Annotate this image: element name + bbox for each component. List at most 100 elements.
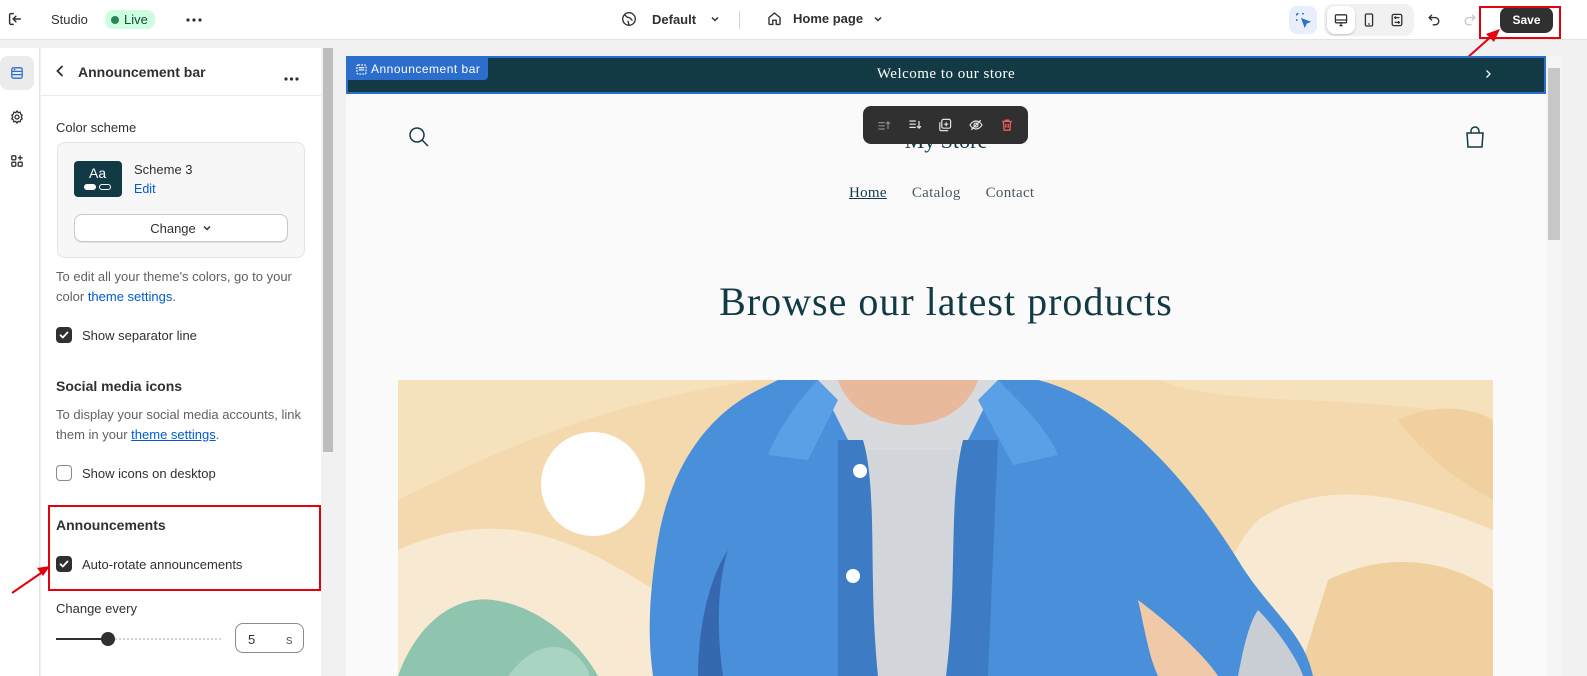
social-desktop-label: Show icons on desktop [82, 465, 216, 481]
store-preview: Announcement bar Welcome to our store My… [346, 56, 1546, 676]
preview-scrollbar-thumb[interactable] [1548, 68, 1560, 240]
announcement-next-button[interactable] [1482, 68, 1494, 85]
checkmark-icon [59, 331, 69, 339]
change-every-slider[interactable] [56, 632, 221, 646]
separator-label: Show separator line [82, 327, 197, 343]
select-cursor-icon [1294, 11, 1312, 29]
change-button-label: Change [150, 220, 196, 236]
social-desktop-checkbox-row[interactable]: Show icons on desktop [56, 465, 216, 481]
chevron-down-icon [202, 223, 212, 233]
exit-button[interactable] [6, 10, 24, 28]
gear-icon [9, 109, 25, 125]
app-name: Studio [51, 12, 88, 27]
live-dot-icon [111, 15, 119, 24]
colors-theme-settings-link[interactable]: theme settings [88, 289, 173, 304]
social-help-suffix: . [215, 427, 220, 442]
social-theme-settings-link[interactable]: theme settings [131, 427, 216, 442]
settings-nav-button[interactable] [0, 100, 34, 134]
settings-panel: Announcement bar Color scheme Aa Scheme … [41, 48, 321, 676]
sections-icon [9, 65, 25, 81]
more-actions-button[interactable] [180, 6, 208, 34]
redo-icon [1462, 12, 1478, 28]
mobile-icon [1361, 12, 1377, 28]
chevron-down-icon [873, 14, 883, 24]
save-button[interactable]: Save [1500, 7, 1553, 33]
separator-checkbox-row[interactable]: Show separator line [56, 327, 197, 343]
divider [739, 11, 740, 29]
change-every-value: 5 [248, 632, 256, 647]
apps-icon [9, 153, 25, 169]
announcement-text: Welcome to our store [876, 66, 1016, 82]
theme-selector[interactable]: Default [620, 10, 720, 28]
move-down-icon[interactable] [907, 117, 923, 133]
globe-icon [620, 10, 638, 28]
slider-thumb[interactable] [101, 632, 115, 646]
social-heading: Social media icons [56, 378, 183, 394]
product-image[interactable] [398, 380, 1493, 676]
change-every-label: Change every [56, 601, 137, 616]
nav-catalog[interactable]: Catalog [912, 185, 961, 202]
page-selector-label: Home page [793, 11, 864, 26]
desktop-view-button[interactable] [1327, 6, 1355, 34]
sections-nav-button[interactable] [0, 56, 34, 90]
section-floating-toolbar [863, 106, 1028, 144]
scheme-button-swatch [84, 184, 96, 190]
undo-icon [1426, 12, 1442, 28]
annotation-arrow-icon [11, 566, 50, 594]
autorotate-checkbox-row[interactable]: Auto-rotate announcements [56, 556, 242, 572]
panel-title: Announcement bar [78, 64, 206, 80]
cart-icon [1464, 126, 1486, 150]
autorotate-checkbox[interactable] [56, 556, 72, 572]
delete-icon[interactable] [999, 117, 1015, 133]
apps-nav-button[interactable] [0, 144, 34, 178]
nav-home[interactable]: Home [849, 185, 887, 202]
social-help-text: To display your social media accounts, l… [56, 405, 311, 445]
nav-contact[interactable]: Contact [986, 185, 1035, 202]
back-button[interactable] [53, 64, 67, 81]
color-scheme-label: Color scheme [56, 120, 137, 135]
color-scheme-card: Aa Scheme 3 Edit Change [57, 142, 305, 258]
status-badge: Live [105, 10, 155, 29]
home-icon [766, 10, 783, 27]
scheme-preview-text: Aa [89, 165, 107, 181]
change-scheme-button[interactable]: Change [74, 214, 288, 242]
status-badge-label: Live [124, 12, 148, 27]
inspector-button[interactable] [1289, 6, 1317, 34]
chevron-down-icon [710, 14, 720, 24]
desktop-icon [1333, 12, 1349, 28]
page-selector[interactable]: Home page [766, 10, 883, 27]
collection-title: Browse our latest products [719, 279, 1173, 324]
scheme-edit-link[interactable]: Edit [134, 182, 156, 196]
announcement-bar[interactable]: Announcement bar Welcome to our store [346, 56, 1546, 94]
fullwidth-view-button[interactable] [1383, 6, 1411, 34]
cart-button[interactable] [1464, 126, 1486, 153]
colors-help-text: To edit all your theme's colors, go to y… [56, 267, 306, 307]
change-every-input[interactable]: 5 s [235, 623, 304, 653]
exit-icon [6, 10, 24, 28]
move-up-icon[interactable] [876, 117, 892, 133]
checkmark-icon [59, 560, 69, 568]
preview-scrollbar[interactable] [1546, 56, 1562, 676]
top-bar: Studio Live Default Home page Save [0, 0, 1587, 40]
main-nav: Home Catalog Contact [849, 185, 1034, 202]
panel-scrollbar-thumb[interactable] [323, 48, 333, 452]
change-every-unit: s [286, 632, 293, 647]
panel-header: Announcement bar [41, 48, 321, 96]
autorotate-label: Auto-rotate announcements [82, 556, 243, 572]
ellipsis-icon [284, 77, 299, 81]
ellipsis-icon [186, 18, 202, 22]
theme-selector-label: Default [652, 11, 697, 27]
chevron-left-icon [53, 64, 67, 78]
mobile-view-button[interactable] [1355, 6, 1383, 34]
scheme-outline-swatch [99, 184, 111, 190]
panel-scrollbar[interactable] [321, 48, 335, 676]
social-desktop-checkbox[interactable] [56, 465, 72, 481]
panel-more-button[interactable] [284, 69, 299, 84]
hide-icon[interactable] [968, 117, 984, 133]
expand-icon [1389, 12, 1405, 28]
announcements-heading: Announcements [56, 517, 166, 533]
colors-help-suffix: . [172, 289, 176, 304]
separator-checkbox[interactable] [56, 327, 72, 343]
duplicate-icon[interactable] [937, 117, 953, 133]
chevron-right-icon [1482, 68, 1494, 80]
